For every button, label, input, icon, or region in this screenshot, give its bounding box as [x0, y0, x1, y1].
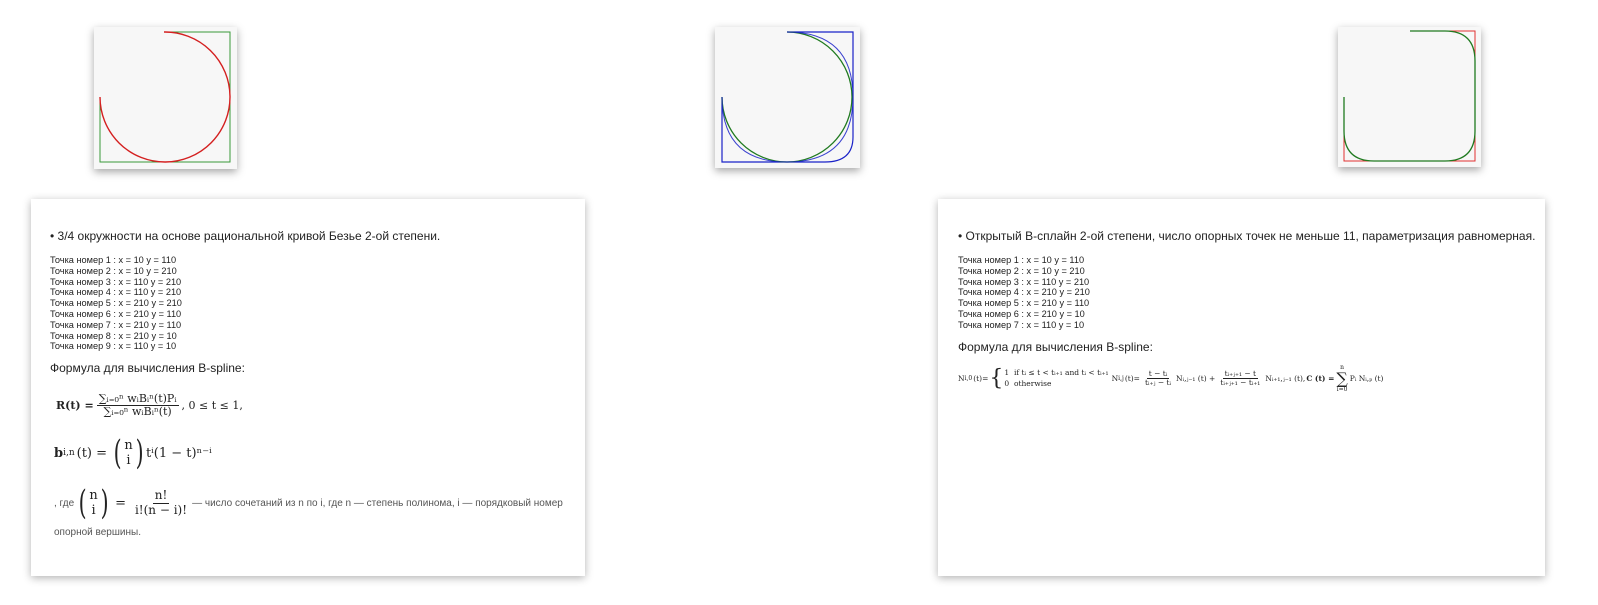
fraction-numerator: ∑ᵢ₌₀ⁿ wᵢBᵢⁿ(t)Pᵢ — [96, 391, 179, 406]
case1-condition: if tᵢ ≤ t < tᵢ₊₁ and tᵢ < tᵢ₊₁ — [1013, 368, 1109, 378]
formula-fraction: ∑ᵢ₌₀ⁿ wᵢBᵢⁿ(t)Pᵢ ∑ᵢ₌₀ⁿ wᵢBᵢⁿ(t) — [96, 391, 179, 418]
formula-title: Формула для вычисления B-spline: — [958, 339, 1153, 354]
factorial-fraction: n! i!(n − i)! — [133, 488, 189, 517]
point-row: Точка номер 3 : x = 110 y = 210 — [958, 276, 1090, 287]
binom-bottom: i — [126, 453, 131, 469]
point-row: Точка номер 7 : x = 110 y = 10 — [958, 319, 1085, 330]
formula-title: Формула для вычисления B-spline: — [50, 361, 245, 376]
bernstein-rhs: tⁱ(1 − t)ⁿ⁻ⁱ — [145, 445, 212, 461]
canvas-bezier-circle — [94, 27, 237, 169]
fraction-numerator: n! — [152, 488, 170, 504]
formula-bspline-basis: Ni,0 (t)= { 1 if tᵢ ≤ t < tᵢ₊₁ and tᵢ < … — [958, 362, 1538, 396]
binomial-explanation: , где ( ni ) = n! i!(n − i)! — число соч… — [54, 481, 575, 538]
point-row: Точка номер 7 : x = 210 y = 110 — [50, 319, 182, 330]
sum-body: Pᵢ Nᵢ,ₚ (t) — [1349, 374, 1384, 384]
recursion-lhs-sub: i,j — [1118, 375, 1124, 383]
bezier-curve — [99, 31, 231, 163]
recursion-term-2: Nᵢ₊₁,ⱼ₋₁ (t), — [1265, 374, 1306, 384]
piecewise-brace: { — [989, 366, 1004, 392]
point-row: Точка номер 1 : x = 10 y = 110 — [50, 255, 177, 265]
point-row: Точка номер 8 : x = 210 y = 10 — [50, 330, 177, 341]
point-row: Точка номер 2 : x = 10 y = 210 — [958, 265, 1085, 276]
info-card-bspline: • Открытый B-сплайн 2-ой степени, число … — [938, 199, 1545, 576]
point-row: Точка номер 5 : x = 210 y = 110 — [958, 298, 1090, 309]
bernstein-subscript: i,n — [63, 448, 75, 459]
fraction-denominator: i!(n − i)! — [134, 502, 188, 517]
binom-top: n — [124, 437, 133, 453]
points-list: Точка номер 1 : x = 10 y = 110 Точка ном… — [50, 255, 575, 352]
spline-curve-green — [721, 31, 853, 163]
points-list: Точка номер 1 : x = 10 y = 110 Точка ном… — [958, 255, 1538, 331]
fraction-denominator: tᵢ₊ⱼ₊₁ − tᵢ₊₁ — [1220, 378, 1261, 388]
fraction-denominator: tᵢ₊ⱼ − tᵢ — [1144, 378, 1172, 388]
explanation-text: — число сочетаний из n по i, где n — сте… — [192, 497, 563, 509]
bspline-curve — [1343, 30, 1476, 162]
card-heading: • 3/4 окружности на основе рациональной … — [50, 229, 441, 243]
recursion-lhs-arg: (t)= — [1124, 374, 1140, 384]
point-row: Точка номер 4 : x = 210 y = 210 — [958, 287, 1090, 298]
point-row: Точка номер 6 : x = 210 y = 110 — [50, 308, 182, 319]
sigma-symbol: ∑ — [1336, 368, 1348, 388]
binom-top: n — [89, 487, 98, 503]
case2-condition: otherwise — [1013, 378, 1052, 388]
formula-range: , 0 ≤ t ≤ 1, — [181, 398, 243, 412]
info-card-bezier: • 3/4 окружности на основе рациональной … — [31, 199, 585, 576]
bernstein-lhs: b — [54, 445, 64, 461]
canvas-bspline — [1338, 27, 1481, 167]
fraction-denominator: ∑ᵢ₌₀ⁿ wᵢBᵢⁿ(t) — [103, 404, 172, 418]
point-row: Точка номер 1 : x = 10 y = 110 — [958, 255, 1085, 265]
explanation-prefix: , где — [54, 497, 75, 509]
curve-lhs: C (t) = — [1306, 374, 1335, 384]
point-row: Точка номер 6 : x = 210 y = 10 — [958, 308, 1085, 319]
point-row: Точка номер 9 : x = 110 y = 10 — [50, 341, 177, 352]
piecewise-cases: 1 if tᵢ ≤ t < tᵢ₊₁ and tᵢ < tᵢ₊₁ 0 other… — [1004, 368, 1108, 389]
binomial-small: ( ni ) — [78, 483, 109, 524]
binom-bottom: i — [91, 503, 96, 519]
formula-bernstein: b i,n (t) = ( ni ) tⁱ(1 − t)ⁿ⁻ⁱ — [54, 433, 575, 473]
case2-value: 0 — [1004, 378, 1010, 388]
basis-lhs-arg: (t)= — [973, 374, 989, 384]
card-heading: • Открытый B-сплайн 2-ой степени, число … — [958, 229, 1536, 243]
formula-lhs: R(t) = — [56, 398, 94, 412]
basis-lhs-sub: i,0 — [964, 375, 973, 383]
equals-sign: = — [115, 495, 126, 511]
case1-value: 1 — [1004, 368, 1010, 378]
binomial: ( ni ) — [113, 433, 144, 474]
recursion-term-1: Nᵢ,ⱼ₋₁ (t) + — [1176, 374, 1216, 384]
bezier-circle-plot — [99, 31, 231, 163]
point-row: Точка номер 2 : x = 10 y = 210 — [50, 265, 177, 276]
recursion-fraction-1: t − tᵢ tᵢ₊ⱼ − tᵢ — [1143, 369, 1173, 388]
sum-bottom: i=0 — [1336, 385, 1348, 393]
bernstein-mid: (t) = — [76, 445, 108, 461]
point-row: Точка номер 5 : x = 210 y = 210 — [50, 298, 182, 309]
bspline-plot — [1343, 30, 1476, 162]
formula-rational-bezier: R(t) = ∑ᵢ₌₀ⁿ wᵢBᵢⁿ(t)Pᵢ ∑ᵢ₌₀ⁿ wᵢBᵢⁿ(t) ,… — [56, 383, 575, 427]
canvas-comparison — [715, 27, 860, 168]
summation: n ∑ i=0 — [1336, 364, 1348, 393]
point-row: Точка номер 3 : x = 110 y = 210 — [50, 276, 182, 287]
recursion-fraction-2: tᵢ₊ⱼ₊₁ − t tᵢ₊ⱼ₊₁ − tᵢ₊₁ — [1218, 369, 1262, 388]
point-row: Точка номер 4 : x = 110 y = 210 — [50, 287, 182, 298]
explanation-text-2: опорной вершины. — [54, 527, 141, 539]
comparison-plot — [721, 31, 854, 163]
control-polygon — [1343, 30, 1476, 162]
